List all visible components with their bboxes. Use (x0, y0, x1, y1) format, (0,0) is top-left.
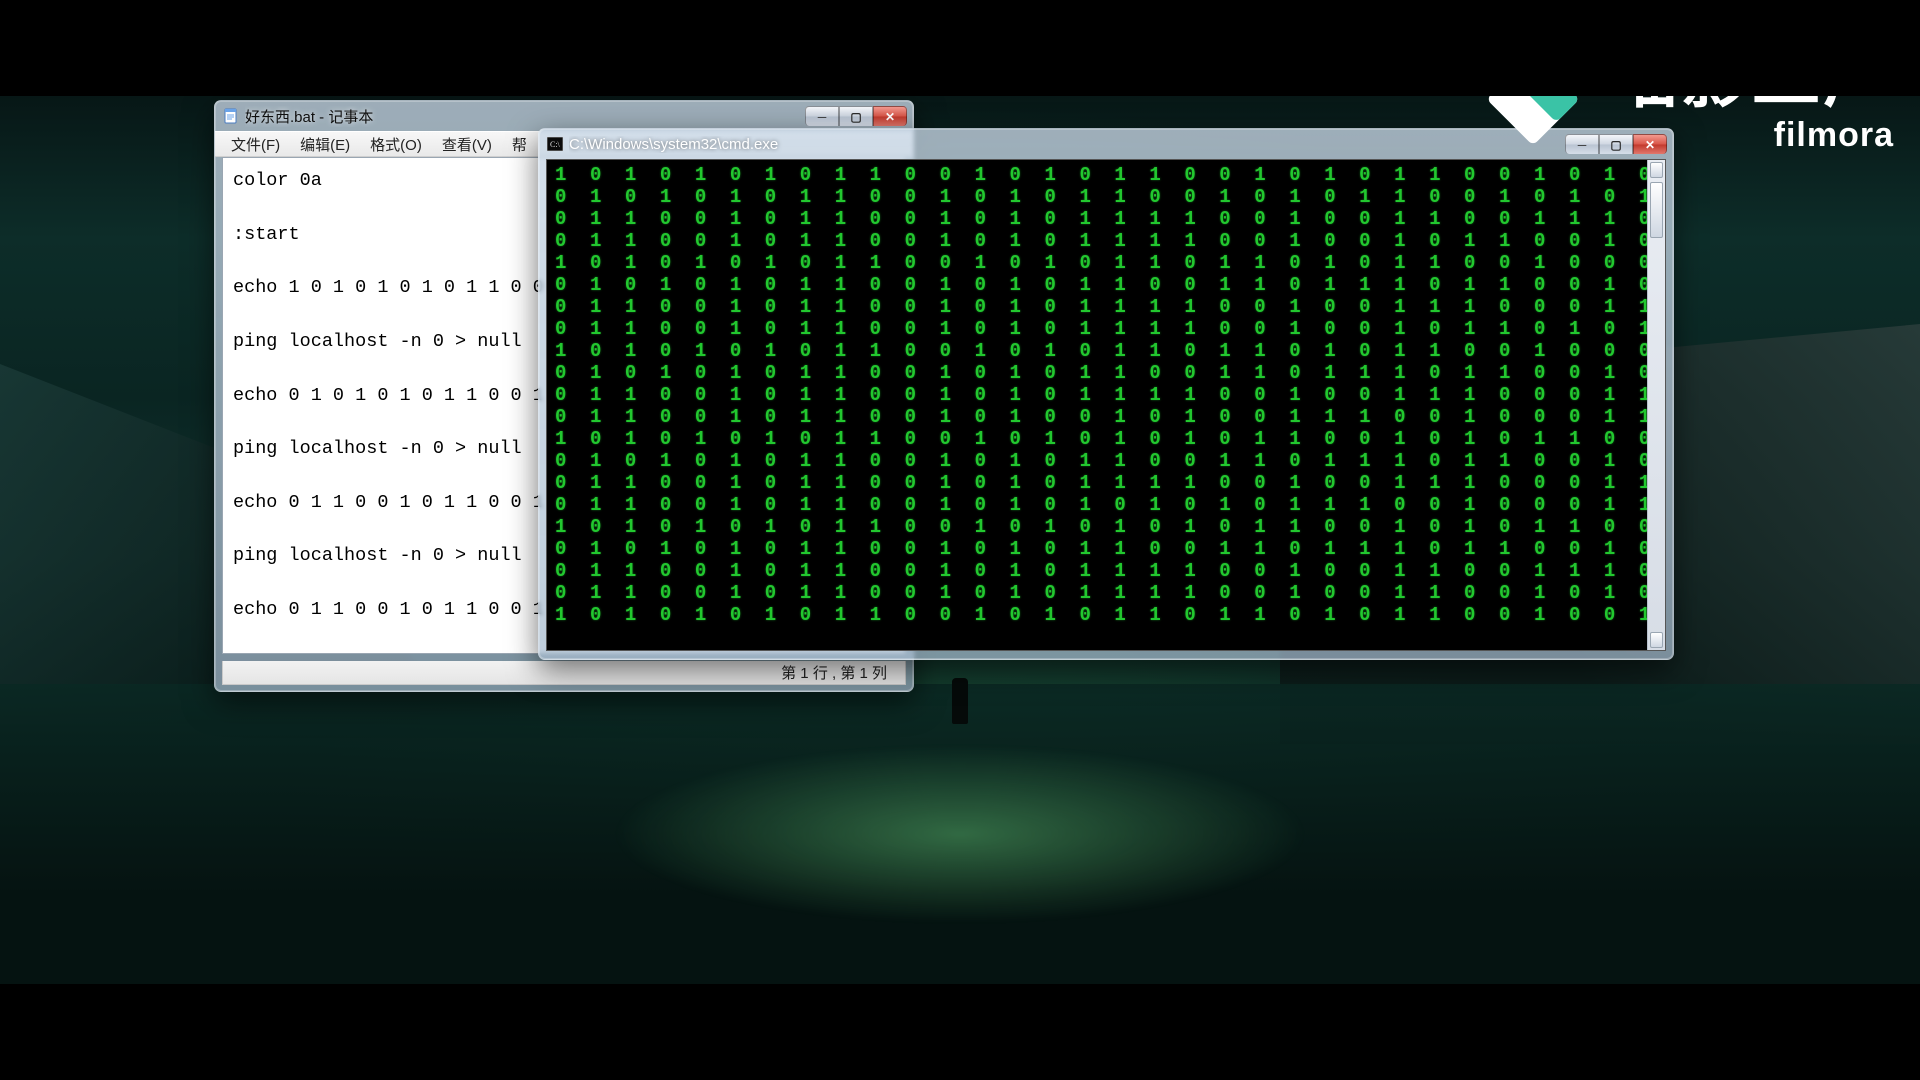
desktop-wallpaper: 好东西.bat - 记事本 ─ ▢ ✕ 文件(F) 编辑(E) 格式(O) 查看… (0, 96, 1920, 984)
filmora-watermark: 喵影工厂 filmora (1478, 96, 1894, 155)
scroll-thumb[interactable] (1650, 182, 1663, 238)
minimize-button[interactable]: ─ (805, 106, 839, 126)
menu-file[interactable]: 文件(F) (221, 132, 290, 157)
notepad-title: 好东西.bat - 记事本 (245, 106, 805, 127)
notepad-window-controls: ─ ▢ ✕ (805, 106, 907, 126)
notepad-statusbar: 第 1 行 , 第 1 列 (222, 661, 906, 685)
letterbox-bottom (0, 984, 1920, 1080)
menu-edit[interactable]: 编辑(E) (290, 132, 360, 157)
menu-format[interactable]: 格式(O) (360, 132, 432, 157)
cmd-window[interactable]: C:\ C:\Windows\system32\cmd.exe ─ ▢ ✕ 1 … (538, 128, 1674, 660)
letterbox-top (0, 0, 1920, 96)
wallpaper-aurora-reflection (610, 744, 1310, 924)
cmd-output-area[interactable]: 1 0 1 0 1 0 1 0 1 1 0 0 1 0 1 0 1 1 0 0 … (546, 159, 1666, 651)
close-button[interactable]: ✕ (873, 106, 907, 126)
scroll-up-button[interactable] (1650, 162, 1663, 178)
notepad-titlebar[interactable]: 好东西.bat - 记事本 ─ ▢ ✕ (215, 101, 913, 131)
cmd-scrollbar[interactable] (1647, 160, 1665, 650)
menu-help[interactable]: 帮 (502, 132, 537, 157)
svg-text:C:\: C:\ (550, 140, 561, 149)
maximize-button[interactable]: ▢ (839, 106, 873, 126)
menu-view[interactable]: 查看(V) (432, 132, 502, 157)
filmora-name-en: filmora (1774, 116, 1894, 155)
wallpaper-person-silhouette (952, 678, 968, 724)
filmora-logo-icon (1478, 96, 1588, 154)
cmd-icon: C:\ (547, 136, 563, 152)
cmd-output-text: 1 0 1 0 1 0 1 0 1 1 0 0 1 0 1 0 1 1 0 0 … (547, 160, 1665, 632)
scroll-down-button[interactable] (1650, 632, 1663, 648)
notepad-icon (223, 108, 239, 124)
notepad-cursor-position: 第 1 行 , 第 1 列 (781, 662, 887, 683)
filmora-name-cn: 喵影工厂 (1610, 96, 1894, 112)
cmd-title: C:\Windows\system32\cmd.exe (569, 136, 1565, 153)
